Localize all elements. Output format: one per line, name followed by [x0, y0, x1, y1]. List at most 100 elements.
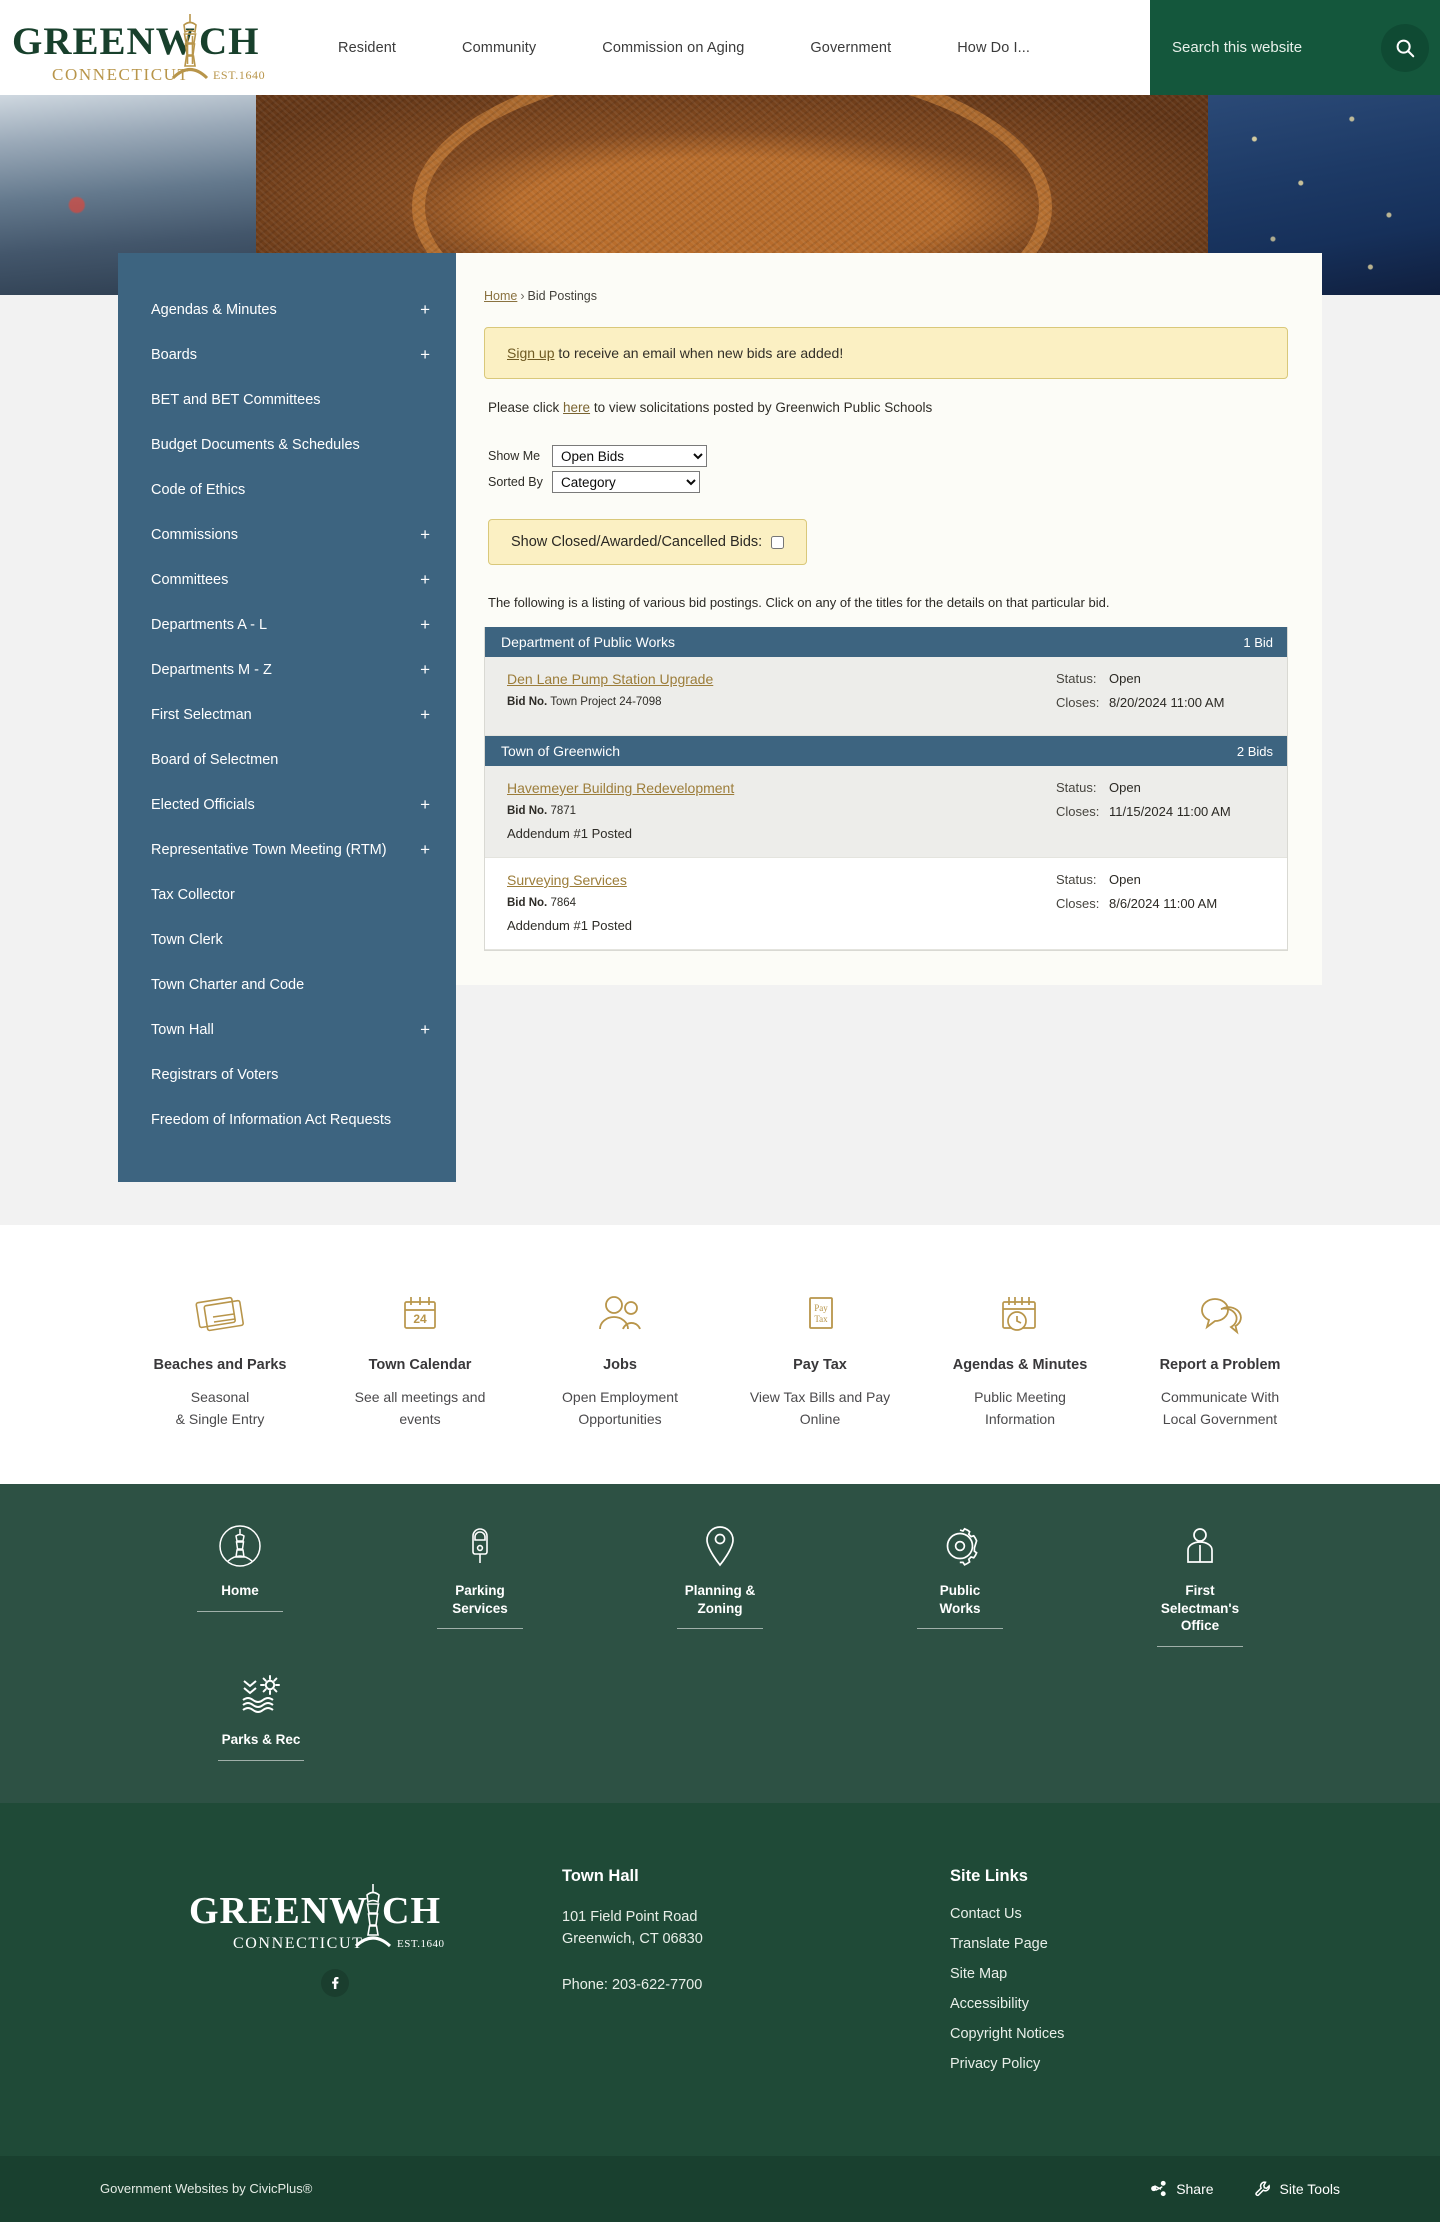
dept-nav-first-selectmans-office[interactable]: First Selectman's Office: [1080, 1520, 1320, 1648]
expand-plus-icon[interactable]: +: [420, 841, 430, 858]
expand-plus-icon[interactable]: +: [420, 301, 430, 318]
quick-link-town-calendar[interactable]: 24 Town Calendar See all meetings and ev…: [320, 1283, 520, 1430]
site-tools-button[interactable]: Site Tools: [1254, 2180, 1340, 2197]
sidebar-item-town-hall[interactable]: Town Hall +: [118, 1007, 456, 1052]
dept-nav-label: Parks & Rec: [221, 1732, 301, 1748]
sidebar-item-tax-collector[interactable]: Tax Collector: [118, 872, 456, 917]
bid-addendum: Addendum #1 Posted: [507, 826, 633, 841]
sidebar-item-first-selectman[interactable]: First Selectman +: [118, 692, 456, 737]
bid-closes-row: Closes: 11/15/2024 11:00 AM: [1056, 804, 1271, 819]
sidebar-item-code-of-ethics[interactable]: Code of Ethics: [118, 467, 456, 512]
sidebar-item-label: Town Hall: [151, 1021, 214, 1038]
footer-link-accessibility[interactable]: Accessibility: [950, 1996, 1250, 2012]
sidebar-item-label: Departments A - L: [151, 616, 268, 633]
schools-note-post: to view solicitations posted by Greenwic…: [590, 400, 933, 415]
bid-category-name: Department of Public Works: [501, 634, 676, 650]
sidebar-item-registrars-of-voters[interactable]: Registrars of Voters: [118, 1052, 456, 1097]
sidebar-item-commissions[interactable]: Commissions +: [118, 512, 456, 557]
search-button[interactable]: [1381, 23, 1429, 72]
quick-link-sub-line1: View Tax Bills and Pay: [749, 1389, 891, 1405]
quick-link-title: Pay Tax: [793, 1357, 847, 1373]
facebook-icon[interactable]: [321, 1968, 349, 1997]
quick-link-report-a-problem[interactable]: Report a Problem Communicate With Local …: [1120, 1283, 1320, 1430]
footer-link-translate-page[interactable]: Translate Page: [950, 1936, 1250, 1952]
bid-title-link[interactable]: Den Lane Pump Station Upgrade: [507, 671, 713, 687]
page-body: Agendas & Minutes + Boards + BET and BET…: [0, 253, 1440, 1225]
search-input[interactable]: [1172, 39, 1371, 56]
dept-nav-planning-zoning[interactable]: Planning & Zoning: [600, 1520, 840, 1647]
dept-nav-public-works[interactable]: Public Works: [840, 1520, 1080, 1647]
show-closed-bids-checkbox[interactable]: [771, 535, 785, 549]
sidebar-item-elected-officials[interactable]: Elected Officials +: [118, 782, 456, 827]
map-pin-icon: [600, 1520, 840, 1572]
quick-link-jobs[interactable]: Jobs Open Employment Opportunities: [520, 1283, 720, 1430]
expand-plus-icon[interactable]: +: [420, 796, 430, 813]
table-row[interactable]: Surveying Services Bid No. 7864 Addendum…: [485, 858, 1287, 950]
bid-category-count: 2 Bids: [1236, 743, 1273, 759]
sorted-by-select[interactable]: Category: [552, 471, 700, 493]
sidebar-item-departments-a-l[interactable]: Departments A - L +: [118, 602, 456, 647]
sidebar-item-board-of-selectmen[interactable]: Board of Selectmen: [118, 737, 456, 782]
sidebar-item-label: Boards: [151, 346, 197, 363]
sidebar-item-town-clerk[interactable]: Town Clerk: [118, 917, 456, 962]
signup-link[interactable]: Sign up: [507, 345, 554, 361]
footer-link-privacy-policy[interactable]: Privacy Policy: [950, 2056, 1250, 2072]
quick-link-pay-tax[interactable]: Pay Tax Pay Tax View Tax Bills and Pay O…: [720, 1283, 920, 1430]
parking-meter-icon: [360, 1520, 600, 1572]
svg-text:Pay: Pay: [814, 1303, 828, 1313]
bid-closes-row: Closes: 8/20/2024 11:00 AM: [1056, 695, 1271, 710]
sidebar-item-budget-documents[interactable]: Budget Documents & Schedules: [118, 422, 456, 467]
department-nav-row-1: Home Parking Services Planning & Zoning …: [0, 1520, 1440, 1648]
expand-plus-icon[interactable]: +: [420, 616, 430, 633]
sidebar-item-agendas-minutes[interactable]: Agendas & Minutes +: [118, 287, 456, 332]
site-logo[interactable]: GREENW CH CONNECTICUT EST.1640: [0, 0, 300, 95]
main-content: Home › Bid Postings Sign up to receive an …: [456, 253, 1322, 985]
nav-item-government[interactable]: Government: [810, 30, 891, 66]
expand-plus-icon[interactable]: +: [420, 346, 430, 363]
dept-nav-parks-rec[interactable]: Parks & Rec: [141, 1669, 381, 1761]
sidebar-item-foia-requests[interactable]: Freedom of Information Act Requests: [118, 1097, 456, 1142]
sidebar-item-committees[interactable]: Committees +: [118, 557, 456, 602]
bid-title-link[interactable]: Havemeyer Building Redevelopment: [507, 780, 734, 796]
expand-plus-icon[interactable]: +: [420, 661, 430, 678]
quick-link-agendas-minutes[interactable]: Agendas & Minutes Public Meeting Informa…: [920, 1283, 1120, 1430]
schools-here-link[interactable]: here: [563, 400, 590, 415]
table-row[interactable]: Den Lane Pump Station Upgrade Bid No. To…: [485, 657, 1287, 736]
show-me-select[interactable]: Open Bids: [552, 445, 707, 467]
quick-links-section: Beaches and Parks Seasonal & Single Entr…: [0, 1225, 1440, 1485]
person-icon: [1080, 1520, 1320, 1572]
sidebar-item-departments-m-z[interactable]: Departments M - Z +: [118, 647, 456, 692]
footer-link-copyright-notices[interactable]: Copyright Notices: [950, 2026, 1250, 2042]
expand-plus-icon[interactable]: +: [420, 1021, 430, 1038]
breadcrumb-home-link[interactable]: Home: [484, 289, 517, 303]
sidebar-item-town-charter-code[interactable]: Town Charter and Code: [118, 962, 456, 1007]
nav-item-community[interactable]: Community: [462, 30, 536, 66]
nav-item-how-do-i[interactable]: How Do I...: [957, 30, 1030, 66]
sidebar-item-boards[interactable]: Boards +: [118, 332, 456, 377]
svg-text:EST.1640: EST.1640: [397, 1938, 445, 1950]
footer-site-links-column: Site Links Contact Us Translate Page Sit…: [950, 1867, 1250, 2086]
quick-link-beaches-and-parks[interactable]: Beaches and Parks Seasonal & Single Entr…: [120, 1283, 320, 1430]
dept-nav-parking-services[interactable]: Parking Services: [360, 1520, 600, 1647]
quick-link-sub-line1: Communicate With: [1160, 1389, 1280, 1405]
footer-address-line1: 101 Field Point Road: [562, 1908, 698, 1925]
footer-link-site-map[interactable]: Site Map: [950, 1966, 1250, 1982]
bid-no-label: Bid No.: [507, 805, 548, 817]
bid-category-header-town: Town of Greenwich 2 Bids: [485, 736, 1287, 766]
table-row[interactable]: Havemeyer Building Redevelopment Bid No.…: [485, 766, 1287, 858]
sidebar-item-rtm[interactable]: Representative Town Meeting (RTM) +: [118, 827, 456, 872]
expand-plus-icon[interactable]: +: [420, 571, 430, 588]
share-button[interactable]: Share: [1150, 2180, 1214, 2197]
quick-link-subtitle: Seasonal & Single Entry: [120, 1387, 320, 1430]
bid-title-link[interactable]: Surveying Services: [507, 872, 627, 888]
nav-item-commission-on-aging[interactable]: Commission on Aging: [602, 30, 744, 66]
expand-plus-icon[interactable]: +: [420, 526, 430, 543]
tickets-icon: [120, 1283, 320, 1345]
nav-item-resident[interactable]: Resident: [338, 30, 396, 66]
footer-link-contact-us[interactable]: Contact Us: [950, 1906, 1250, 1922]
closes-value: 8/6/2024 11:00 AM: [1109, 896, 1218, 911]
sidebar-item-bet-committees[interactable]: BET and BET Committees: [118, 377, 456, 422]
expand-plus-icon[interactable]: +: [420, 706, 430, 723]
signup-alert-text: to receive an email when new bids are ad…: [554, 345, 844, 361]
dept-nav-home[interactable]: Home: [120, 1520, 360, 1647]
